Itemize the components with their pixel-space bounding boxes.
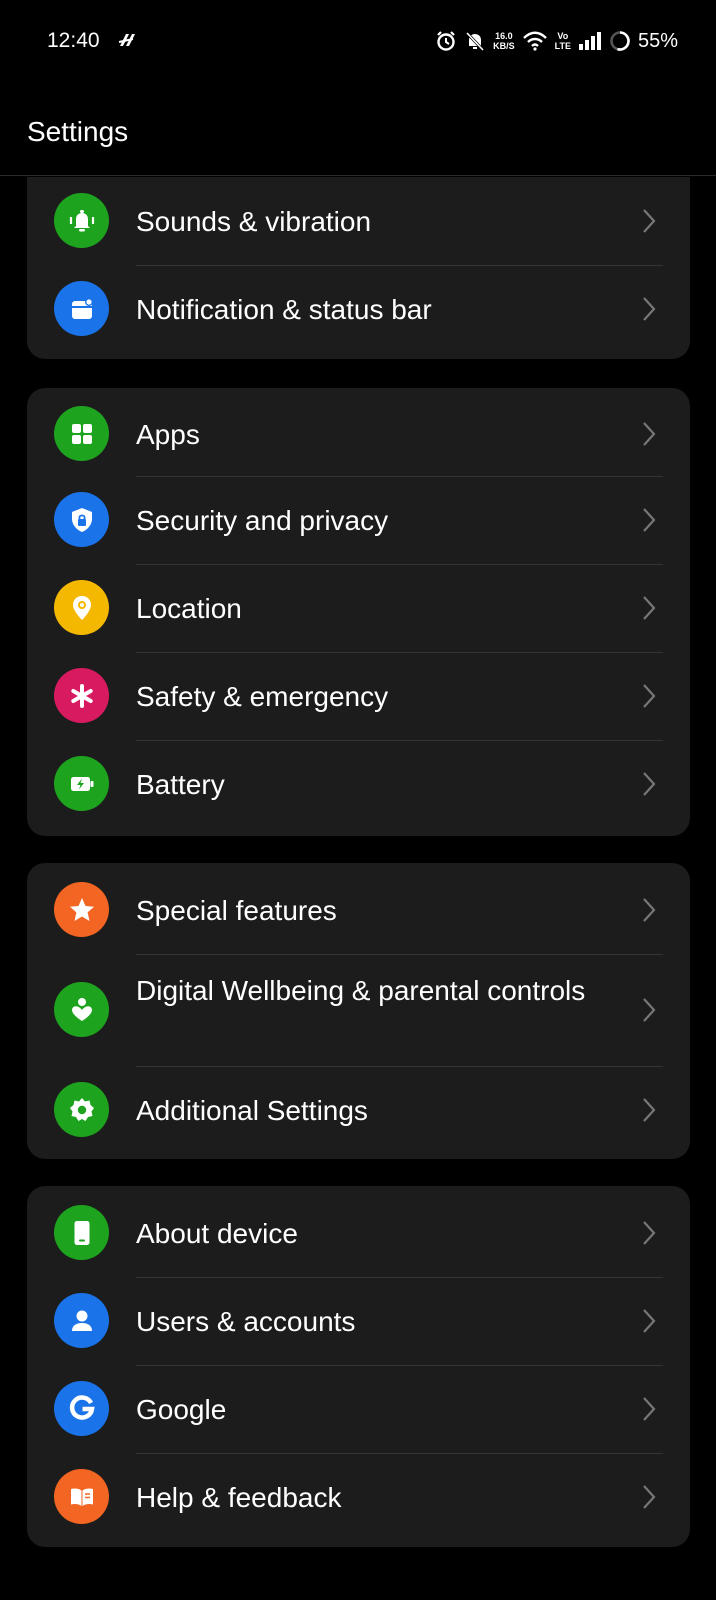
- apps-grid-icon: [54, 406, 109, 461]
- row-location[interactable]: Location: [27, 564, 690, 652]
- shield-lock-icon: [54, 492, 109, 547]
- row-about-device[interactable]: About device: [27, 1186, 690, 1277]
- user-icon: [54, 1293, 109, 1348]
- phone-device-icon: [54, 1205, 109, 1260]
- gear-icon: [54, 1082, 109, 1137]
- row-label: Apps: [136, 419, 200, 450]
- chevron-right-icon: [641, 1096, 657, 1124]
- row-label: About device: [136, 1218, 298, 1249]
- signal-icon: [578, 31, 602, 51]
- status-time: 12:40: [47, 29, 100, 52]
- row-additional-settings[interactable]: Additional Settings: [27, 1066, 690, 1159]
- location-pin-icon: [54, 580, 109, 635]
- asterisk-icon: [54, 668, 109, 723]
- settings-group-4: About device Users & accounts Google Hel…: [27, 1186, 690, 1547]
- row-sounds-vibration[interactable]: Sounds & vibration: [27, 177, 690, 265]
- settings-group-3: Special features Digital Wellbeing & par…: [27, 863, 690, 1159]
- wifi-icon: [522, 30, 548, 52]
- volte-bottom: LTE: [554, 41, 571, 51]
- volte-indicator: Vo LTE: [555, 31, 571, 51]
- row-special-features[interactable]: Special features: [27, 863, 690, 954]
- row-safety-emergency[interactable]: Safety & emergency: [27, 652, 690, 740]
- battery-charging-icon: [54, 756, 109, 811]
- mute-icon: [464, 30, 486, 52]
- chevron-right-icon: [641, 295, 657, 323]
- chevron-right-icon: [641, 420, 657, 448]
- row-label: Digital Wellbeing & parental controls: [136, 975, 586, 1006]
- notification-icon: [54, 281, 109, 336]
- row-label: Notification & status bar: [136, 294, 432, 325]
- chevron-right-icon: [641, 682, 657, 710]
- chevron-right-icon: [641, 594, 657, 622]
- row-help-feedback[interactable]: Help & feedback: [27, 1453, 690, 1547]
- row-label: Google: [136, 1394, 227, 1425]
- row-security-privacy[interactable]: Security and privacy: [27, 476, 690, 564]
- help-book-icon: [54, 1469, 109, 1524]
- app-notification-icon: [116, 30, 138, 52]
- row-label: Security and privacy: [136, 505, 389, 536]
- row-battery[interactable]: Battery: [27, 740, 690, 836]
- row-label: Additional Settings: [136, 1095, 368, 1126]
- star-icon: [54, 882, 109, 937]
- app-header: Settings: [0, 84, 716, 176]
- row-digital-wellbeing[interactable]: Digital Wellbeing & parental controls: [27, 954, 690, 1066]
- settings-list[interactable]: Sounds & vibration Notification & status…: [0, 177, 716, 1600]
- chevron-right-icon: [641, 1483, 657, 1511]
- row-apps[interactable]: Apps: [27, 388, 690, 476]
- chevron-right-icon: [641, 207, 657, 235]
- battery-ring-icon: [609, 30, 631, 52]
- settings-group-1: Sounds & vibration Notification & status…: [27, 177, 690, 359]
- chevron-right-icon: [641, 1219, 657, 1247]
- row-label: Special features: [136, 895, 337, 926]
- chevron-right-icon: [641, 506, 657, 534]
- google-g-icon: [54, 1381, 109, 1436]
- row-label: Sounds & vibration: [136, 206, 372, 237]
- page-title: Settings: [27, 116, 129, 147]
- alarm-icon: [435, 30, 457, 52]
- chevron-right-icon: [641, 996, 657, 1024]
- battery-percent: 55%: [637, 29, 678, 52]
- settings-group-2: Apps Security and privacy Location Safet…: [27, 388, 690, 836]
- bell-icon: [54, 193, 109, 248]
- row-label: Users & accounts: [136, 1306, 356, 1337]
- chevron-right-icon: [641, 770, 657, 798]
- wellbeing-heart-icon: [54, 982, 109, 1037]
- chevron-right-icon: [641, 1307, 657, 1335]
- chevron-right-icon: [641, 1395, 657, 1423]
- status-indicators: 16.0 KB/S Vo LTE 55%: [435, 28, 678, 54]
- network-speed-value: 16.0: [495, 31, 513, 41]
- row-label: Battery: [136, 769, 225, 800]
- chevron-right-icon: [641, 896, 657, 924]
- row-notification-status-bar[interactable]: Notification & status bar: [27, 265, 690, 353]
- network-speed: 16.0 KB/S: [493, 31, 515, 51]
- row-label: Help & feedback: [136, 1482, 342, 1513]
- row-label: Safety & emergency: [136, 681, 389, 712]
- network-speed-unit: KB/S: [493, 41, 515, 51]
- row-google[interactable]: Google: [27, 1365, 690, 1453]
- row-users-accounts[interactable]: Users & accounts: [27, 1277, 690, 1365]
- row-label: Location: [136, 593, 242, 624]
- volte-top: Vo: [557, 31, 569, 41]
- status-bar: 12:40 16.0 KB/S Vo LTE 55%: [0, 0, 716, 84]
